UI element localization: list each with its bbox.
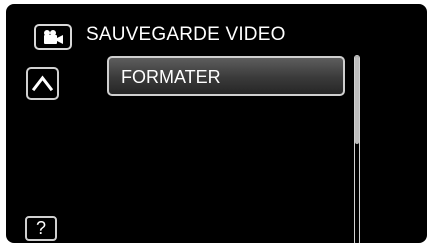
menu-item-formater[interactable]: FORMATER [107, 56, 345, 96]
camera-menu-screen: SAUVEGARDE VIDEO FORMATER ? [6, 4, 427, 243]
help-button[interactable]: ? [25, 216, 57, 241]
chevron-up-icon [32, 75, 53, 92]
menu-item-label: FORMATER [121, 67, 221, 87]
scrollbar[interactable] [354, 55, 360, 243]
scroll-up-button[interactable] [26, 67, 59, 100]
menu-title: SAUVEGARDE VIDEO [86, 24, 286, 45]
scrollbar-thumb[interactable] [355, 56, 359, 145]
video-camera-icon [34, 24, 72, 50]
